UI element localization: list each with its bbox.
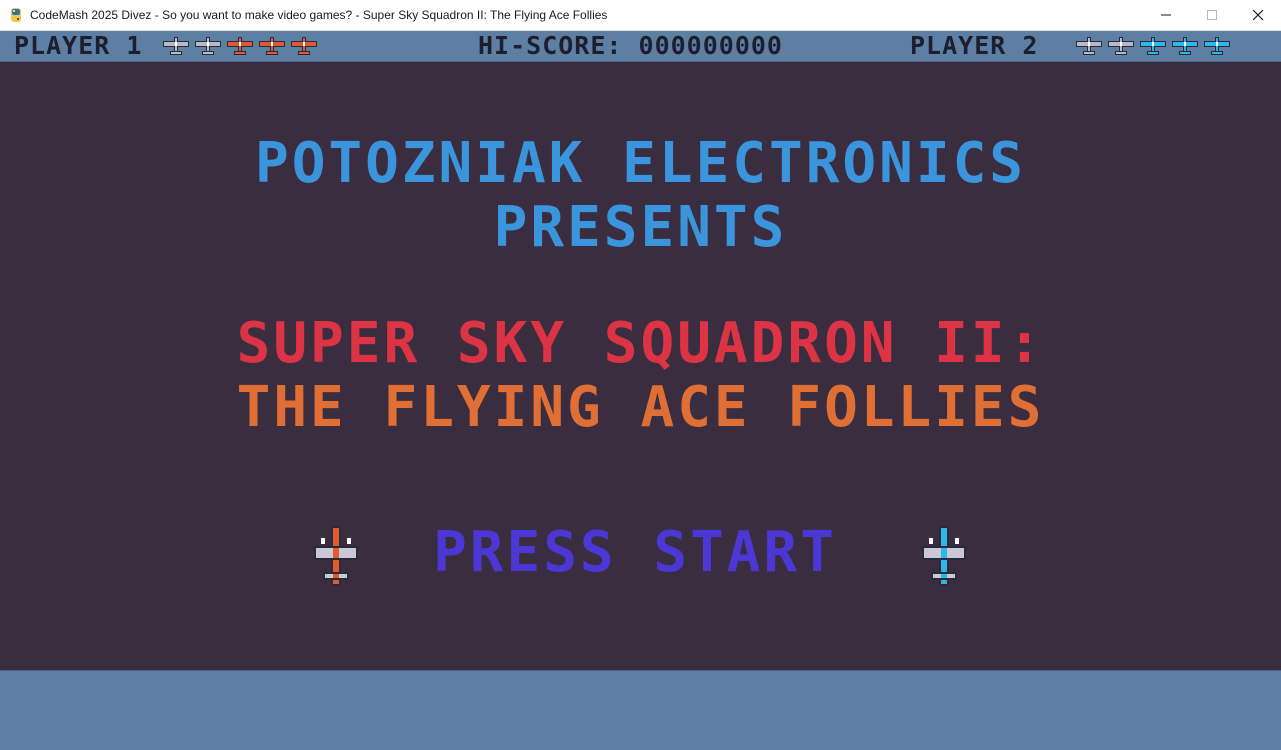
player1-lives bbox=[162, 36, 318, 56]
maximize-icon bbox=[1207, 10, 1217, 20]
player1-ship-icon bbox=[314, 526, 358, 586]
player2-label: PLAYER 2 bbox=[910, 31, 1039, 60]
game-title-line-1: SUPER SKY SQUADRON II: bbox=[236, 311, 1045, 376]
title-bar: CodeMash 2025 Divez - So you want to mak… bbox=[0, 0, 1281, 31]
python-icon bbox=[11, 8, 21, 22]
window-controls bbox=[1143, 0, 1281, 30]
life-plane-icon bbox=[227, 37, 253, 55]
life-plane-icon bbox=[1076, 37, 1102, 55]
press-start-prompt[interactable]: PRESS START bbox=[420, 523, 850, 583]
life-plane-icon bbox=[195, 37, 221, 55]
window-title: CodeMash 2025 Divez - So you want to mak… bbox=[30, 8, 608, 22]
close-icon bbox=[1252, 9, 1264, 21]
game-window: CodeMash 2025 Divez - So you want to mak… bbox=[0, 0, 1281, 750]
player1-label: PLAYER 1 bbox=[14, 31, 143, 60]
minimize-icon bbox=[1161, 14, 1171, 16]
life-plane-icon bbox=[1172, 37, 1198, 55]
title-screen: POTOZNIAK ELECTRONICS PRESENTS SUPER SKY… bbox=[0, 62, 1281, 670]
game-title-line-2: THE FLYING ACE FOLLIES bbox=[236, 375, 1045, 440]
player2-ship-icon bbox=[922, 526, 966, 586]
life-plane-icon bbox=[291, 37, 317, 55]
hud-bar: PLAYER 1 HI-SCORE: 000000000 PLAYER 2 bbox=[0, 31, 1281, 62]
life-plane-icon bbox=[259, 37, 285, 55]
minimize-button[interactable] bbox=[1143, 0, 1189, 30]
presenter-line-2: PRESENTS bbox=[493, 195, 788, 260]
life-plane-icon bbox=[1204, 37, 1230, 55]
maximize-button[interactable] bbox=[1189, 0, 1235, 30]
close-button[interactable] bbox=[1235, 0, 1281, 30]
player2-lives bbox=[1075, 36, 1231, 56]
life-plane-icon bbox=[1140, 37, 1166, 55]
bottom-bar bbox=[0, 670, 1281, 750]
presenter-line-1: POTOZNIAK ELECTRONICS bbox=[254, 131, 1026, 196]
hiscore-label: HI-SCORE: 000000000 bbox=[478, 31, 783, 60]
life-plane-icon bbox=[1108, 37, 1134, 55]
life-plane-icon bbox=[163, 37, 189, 55]
